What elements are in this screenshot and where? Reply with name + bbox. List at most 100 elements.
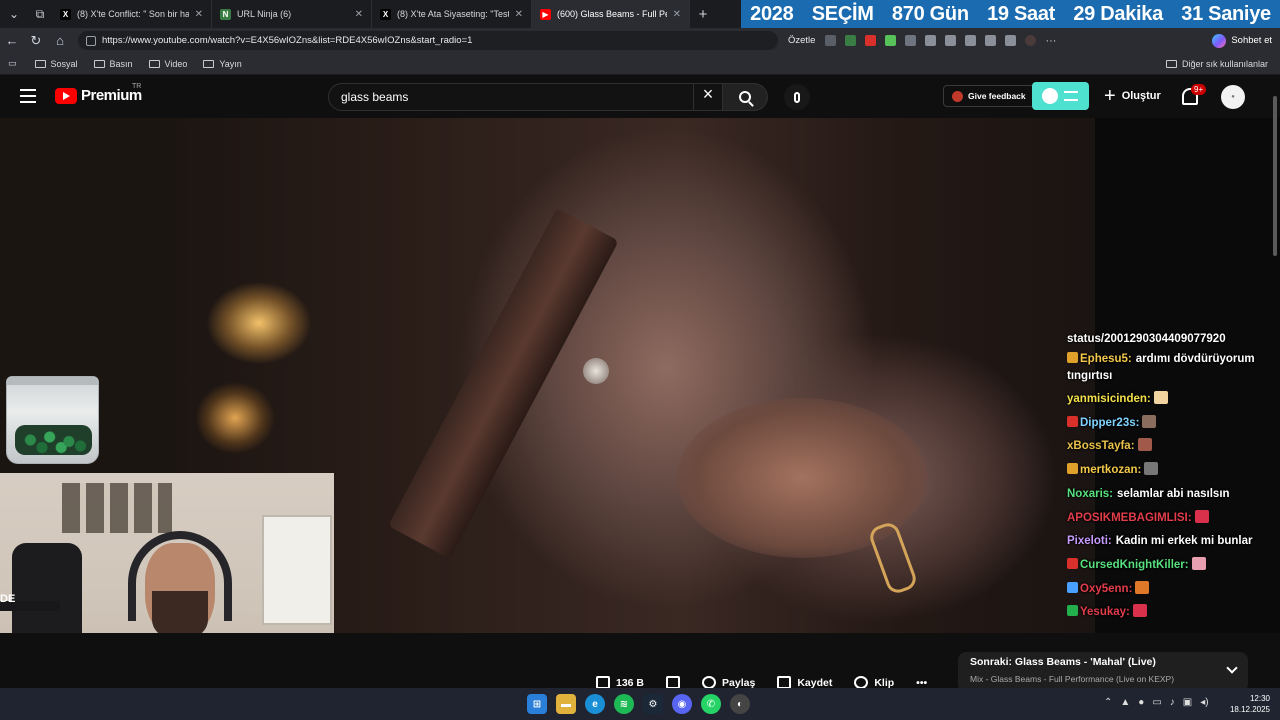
search-input[interactable]: glass beams [328, 83, 694, 111]
app-icon[interactable]: ◐ [730, 694, 750, 714]
display-icon[interactable]: ▣ [1183, 697, 1192, 708]
downloads-icon[interactable] [1005, 35, 1017, 46]
chat-message: Oxy5enn: [1067, 578, 1277, 602]
edge-browser-icon[interactable]: e [585, 694, 605, 714]
spotify-icon[interactable]: ≋ [614, 694, 634, 714]
chat-emote-icon [1135, 580, 1150, 594]
copilot-button[interactable]: Sohbet et [1212, 33, 1272, 48]
profile-avatar[interactable] [1025, 35, 1037, 46]
chat-username: Yesukay: [1080, 606, 1130, 619]
microphone-tray-icon[interactable]: ♪ [1170, 697, 1175, 708]
page-scrollbar[interactable] [1273, 96, 1277, 256]
close-tab-icon[interactable]: ✕ [515, 9, 523, 20]
tab-actions-chevron-icon[interactable]: ⌄ [2, 4, 26, 24]
wall-photos [62, 483, 172, 533]
give-feedback-button[interactable]: Give feedback [943, 85, 1035, 107]
search-button[interactable] [722, 83, 768, 111]
extension-icon[interactable] [905, 35, 917, 46]
extension-icon[interactable] [925, 35, 937, 46]
election-seconds: 31 Saniye [1181, 2, 1271, 25]
election-minutes: 29 Dakika [1073, 2, 1163, 25]
whiteboard [262, 515, 332, 625]
sidebar-toggle-icon[interactable]: ▭ [8, 58, 17, 69]
stream-chat-overlay: status/2001290304409077920 Ephesu5: ardım… [1067, 332, 1277, 625]
extension-icon[interactable] [845, 35, 857, 46]
bookmark-folder[interactable]: Video [148, 58, 188, 69]
tab-title: (8) X'te Conflict: " Son bir hafta [77, 9, 189, 19]
other-bookmarks-label: Diğer sık kullanılanlar [1181, 58, 1268, 69]
browser-tab[interactable]: N URL Ninja (6) ✕ [212, 0, 372, 28]
close-tab-icon[interactable]: ✕ [673, 9, 681, 20]
chat-username: Noxaris: [1067, 487, 1114, 500]
workspaces-icon[interactable]: ⧉ [28, 4, 52, 24]
chat-username: yanmisicinden: [1067, 393, 1151, 405]
clear-search-icon[interactable]: × [694, 83, 722, 111]
youtube-premium-logo[interactable]: Premium TR [55, 83, 142, 104]
folder-icon [1165, 59, 1177, 68]
home-icon[interactable]: ⌂ [48, 33, 72, 48]
extension-icon[interactable] [865, 35, 877, 46]
voice-search-button[interactable] [784, 84, 810, 110]
more-actions-button[interactable]: ••• [916, 677, 927, 689]
clip-label: Klip [874, 676, 895, 689]
bookmark-label: Video [164, 58, 188, 69]
site-info-icon[interactable] [86, 35, 96, 46]
copilot-label: Sohbet et [1231, 35, 1272, 46]
bookmark-folder[interactable]: Yayın [203, 58, 242, 69]
search-icon [739, 91, 751, 103]
network-icon[interactable]: ▭ [1152, 697, 1161, 708]
close-tab-icon[interactable]: ✕ [355, 9, 363, 20]
chat-username: xBossTayfa: [1067, 440, 1135, 453]
split-screen-icon[interactable] [945, 35, 957, 46]
bookmark-folder[interactable]: Sosyal [34, 59, 78, 69]
extension-icon[interactable] [885, 35, 897, 46]
folder-icon [148, 59, 160, 68]
chat-username: Dipper23s: [1080, 416, 1140, 429]
collections-icon[interactable] [985, 35, 997, 46]
bean-jar-overlay [6, 376, 99, 464]
menu-icon[interactable] [20, 89, 36, 103]
create-label: Oluştur [1121, 90, 1161, 102]
url-field[interactable]: https://www.youtube.com/watch?v=E4X56wIO… [78, 31, 778, 50]
browser-tab[interactable]: X (8) X'te Conflict: " Son bir hafta ✕ [52, 0, 212, 28]
like-count: 136 B [616, 676, 645, 689]
tray-app-icon[interactable]: ● [1138, 697, 1144, 708]
other-bookmarks-folder[interactable]: Diğer sık kullanılanlar [1165, 58, 1268, 69]
summarize-button[interactable]: Özetle [788, 35, 815, 46]
chat-badge-icon [1067, 581, 1078, 593]
tray-overflow-icon[interactable]: ⌃ [1104, 697, 1112, 708]
account-avatar[interactable]: ● [1221, 85, 1245, 109]
chat-emote-icon [1137, 438, 1152, 452]
favorites-icon[interactable] [965, 35, 977, 46]
chat-emote-icon [1144, 462, 1159, 476]
folder-icon [203, 59, 215, 68]
more-menu-icon[interactable]: ··· [1045, 35, 1056, 47]
browser-tab[interactable]: X (8) X'te Ata Siyaseting: "Testo Tayla ✕ [372, 0, 532, 28]
bookmark-label: Yayın [219, 58, 242, 69]
bookmark-folder[interactable]: Basın [93, 59, 133, 69]
whatsapp-icon[interactable]: ✆ [701, 694, 721, 714]
extension-toggle-button[interactable] [1032, 82, 1089, 110]
volume-icon[interactable]: ◂) [1200, 697, 1208, 708]
extension-icon[interactable] [825, 35, 837, 46]
country-code: TR [132, 83, 142, 90]
discord-icon[interactable]: ◉ [672, 694, 692, 714]
list-icon [1064, 91, 1078, 101]
create-button[interactable]: + Oluştur [1104, 86, 1161, 106]
start-menu-icon[interactable]: ⊞ [527, 694, 547, 714]
back-icon[interactable]: ← [0, 33, 24, 48]
extensions-row: ··· [825, 35, 1056, 47]
folder-icon [34, 59, 46, 68]
browser-tab[interactable]: ▶ (600) Glass Beams - Full Perfo ✕ [532, 0, 690, 28]
system-tray: ⌃ ▲ ● ▭ ♪ ▣ ◂) [1104, 697, 1209, 708]
up-next-card[interactable]: Sonraki: Glass Beams - 'Mahal' (Live) Mi… [958, 652, 1248, 692]
tray-app-icon[interactable]: ▲ [1120, 697, 1130, 708]
chat-status-line: status/2001290304409077920 [1067, 333, 1226, 345]
toggle-knob [1042, 88, 1058, 104]
steam-icon[interactable]: ⚙ [643, 694, 663, 714]
file-explorer-icon[interactable]: ▬ [556, 694, 576, 714]
refresh-icon[interactable]: ↻ [24, 33, 48, 49]
new-tab-button[interactable]: + [690, 6, 716, 23]
system-clock[interactable]: 12:30 18.12.2025 [1230, 693, 1270, 715]
close-tab-icon[interactable]: ✕ [195, 9, 203, 20]
